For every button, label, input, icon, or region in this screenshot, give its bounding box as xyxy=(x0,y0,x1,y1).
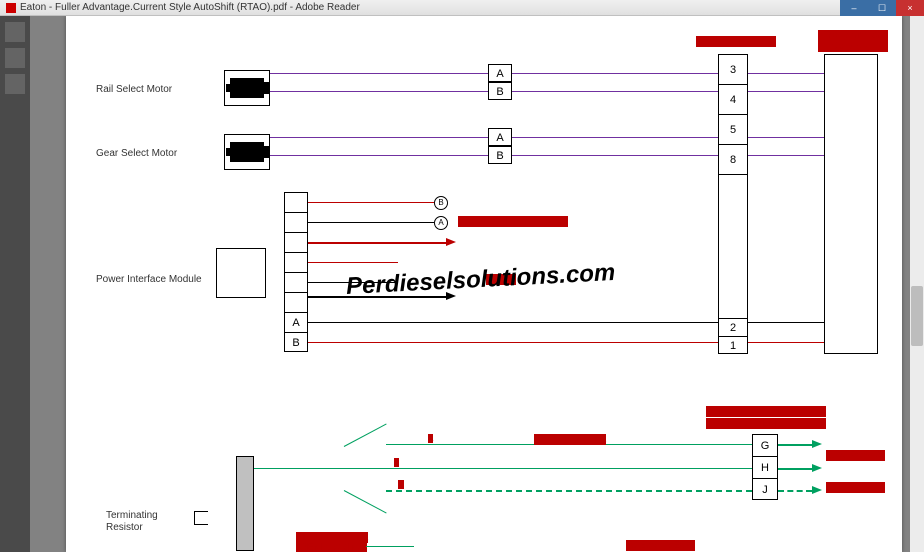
scroll-thumb[interactable] xyxy=(911,286,923,346)
wire-pim-b-red-r xyxy=(748,342,824,343)
motor-icon xyxy=(230,142,264,162)
pim-box xyxy=(216,248,266,298)
pin-blank xyxy=(719,175,747,319)
rail-select-motor xyxy=(224,70,270,106)
wire-rail-a-left xyxy=(270,73,488,74)
eight-pin-connector: 3 4 5 8 2 1 xyxy=(718,54,748,354)
terminating-resistor xyxy=(236,456,254,551)
minimize-button[interactable]: – xyxy=(840,0,868,16)
arrow-red xyxy=(446,238,456,246)
pin-2: 2 xyxy=(719,319,747,337)
gear-term-b: B xyxy=(488,146,512,164)
bus-b-letter: B xyxy=(394,458,399,467)
continued-label: (Continued from Page 1) xyxy=(458,216,568,227)
connector-header: 8-Pin Connector xyxy=(696,36,776,47)
pin-g: G xyxy=(753,435,777,457)
wire-j-out xyxy=(778,490,812,492)
bookmarks-icon[interactable] xyxy=(5,48,25,68)
to-ecm-label: To Engine ECM xyxy=(626,540,695,551)
tih-label2: Harness (OEM Supplied) xyxy=(706,418,826,429)
window-title: Eaton - Fuller Advantage.Current Style A… xyxy=(20,2,360,13)
bus-b xyxy=(344,468,752,469)
wire-pim-a-black xyxy=(308,322,718,323)
document-page: 8-Pin Connector Transmission Controller … xyxy=(66,16,902,552)
see-page-a: (See Page 3) xyxy=(826,450,885,461)
wire-pim-red-arrow xyxy=(308,242,446,244)
bus-c-letter: C xyxy=(398,480,404,489)
wiring-diagram: 8-Pin Connector Transmission Controller … xyxy=(66,16,902,552)
arrow-h xyxy=(812,464,822,472)
pin-5: 5 xyxy=(719,115,747,145)
pin-1: 1 xyxy=(719,337,747,355)
pin-j: J xyxy=(753,479,777,501)
bus-a-letter: A xyxy=(428,434,433,443)
node-b: B xyxy=(434,196,448,210)
pin-8: 8 xyxy=(719,145,747,175)
pin-3: 3 xyxy=(719,55,747,85)
reader-sidebar xyxy=(0,16,30,552)
wire-gear-b-left xyxy=(270,155,488,156)
window-controls: – ☐ × xyxy=(840,0,924,16)
node-a: A xyxy=(434,216,448,230)
resistor-bracket xyxy=(194,511,208,525)
motor-icon xyxy=(230,78,264,98)
page-viewport: 8-Pin Connector Transmission Controller … xyxy=(30,16,910,552)
pim-label: Power Interface Module xyxy=(96,274,202,285)
transmission-controller-box xyxy=(824,54,878,354)
wire-gear-b-right xyxy=(748,155,824,156)
wire-rail-a-right xyxy=(748,73,824,74)
watermark: Perdieselsolutions.com xyxy=(345,259,616,301)
arrow-g xyxy=(812,440,822,448)
page-thumbnails-icon[interactable] xyxy=(5,22,25,42)
pdf-icon xyxy=(6,3,16,13)
close-button[interactable]: × xyxy=(896,0,924,16)
wire-pim-red1 xyxy=(308,202,434,203)
ecm-stub xyxy=(366,546,414,547)
wire-gear-a-left xyxy=(270,137,488,138)
wire-pim-b-red xyxy=(308,342,718,343)
wire-gear-a-right xyxy=(748,137,824,138)
wire-g-out xyxy=(778,444,812,446)
pin-4: 4 xyxy=(719,85,747,115)
rail-term-b: B xyxy=(488,82,512,100)
pim-term-a: A xyxy=(285,313,307,333)
bus-stem xyxy=(254,468,344,469)
controller-header: Transmission Controller xyxy=(818,30,888,52)
wire-gear-a-mid xyxy=(512,137,718,138)
tih-connector: G H J xyxy=(752,434,778,500)
attachments-icon[interactable] xyxy=(5,74,25,94)
j1939b-label2: (OEM Supplied) xyxy=(296,542,367,552)
bus-branch-a-diag xyxy=(344,424,387,447)
window-titlebar: Eaton - Fuller Advantage.Current Style A… xyxy=(0,0,924,16)
pim-terminal-strip: A B xyxy=(284,192,308,352)
j1939-label: J1939 Data Link xyxy=(534,434,606,445)
gear-select-motor xyxy=(224,134,270,170)
tih-label1: Transmission Interface xyxy=(706,406,826,417)
wire-rail-a-mid xyxy=(512,73,718,74)
pin-h: H xyxy=(753,457,777,479)
wire-h-out xyxy=(778,468,812,470)
wire-rail-b-right xyxy=(748,91,824,92)
rail-select-label: Rail Select Motor xyxy=(96,84,172,95)
wire-pim-a-black-r xyxy=(748,322,824,323)
see-page-b: (See Page 3) xyxy=(826,482,885,493)
wire-pim-red2 xyxy=(308,262,398,263)
wire-rail-b-left xyxy=(270,91,488,92)
termres-label1: Terminating xyxy=(106,510,158,521)
maximize-button[interactable]: ☐ xyxy=(868,0,896,16)
gear-term-a: A xyxy=(488,128,512,146)
bus-branch-c-diag xyxy=(344,490,387,513)
pim-term-b: B xyxy=(285,333,307,353)
wire-gear-b-mid xyxy=(512,155,718,156)
rail-term-a: A xyxy=(488,64,512,82)
arrow-j xyxy=(812,486,822,494)
wire-rail-b-mid xyxy=(512,91,718,92)
bus-c-dash xyxy=(386,490,752,492)
wire-pim-blk1 xyxy=(308,222,434,223)
vertical-scrollbar[interactable] xyxy=(910,16,924,552)
gear-select-label: Gear Select Motor xyxy=(96,148,177,159)
termres-label2: Resistor xyxy=(106,522,143,533)
